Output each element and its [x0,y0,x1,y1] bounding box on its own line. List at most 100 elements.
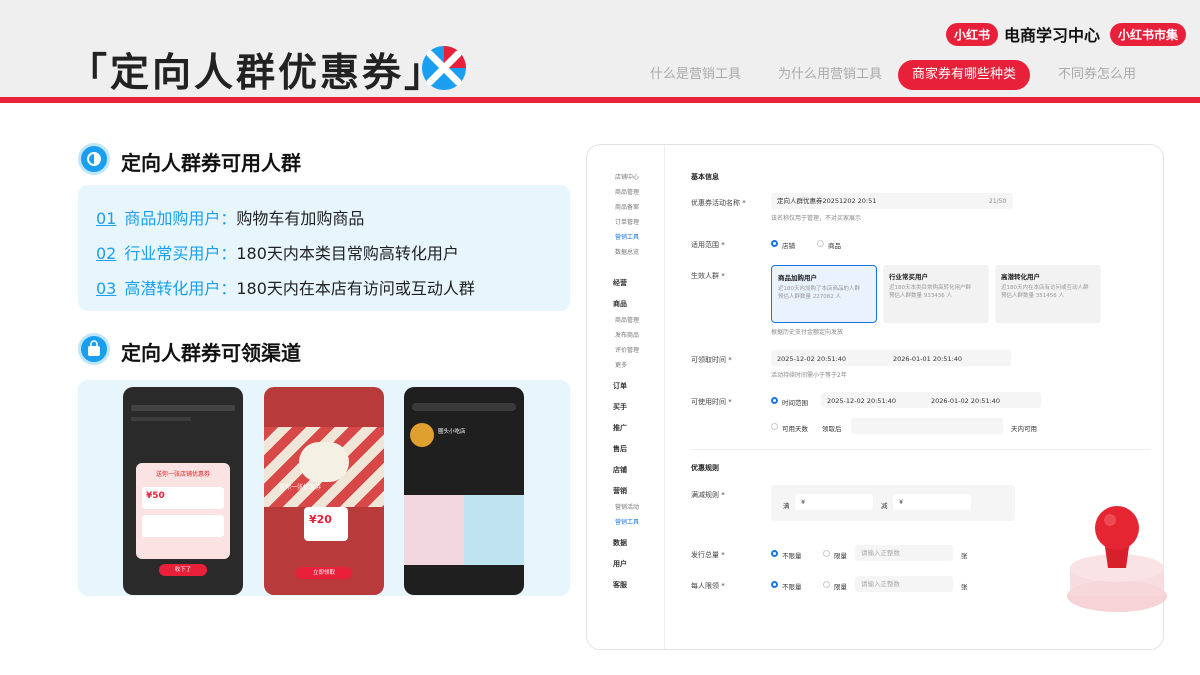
card-count: 预估人群数量 227082 人 [778,294,841,300]
total-unit: 张 [961,552,968,560]
crowd-list-box: 01 商品加购用户：购物车有加购商品 02 行业常买用户：180天内本类目常购高转化… [78,185,570,311]
claim-coupon-button[interactable]: 立即领取 [296,567,352,579]
name-label: 优惠券活动名称 * [691,199,746,207]
list-item: 01 商品加购用户：购物车有加购商品 [96,205,364,229]
sidebar-group[interactable]: 用户 [613,559,627,569]
total-limited-label: 限量 [834,552,847,560]
claim-start: 2025-12-02 20:51:40 [777,355,847,363]
coupon-popup: 送你一张店铺优惠券 ¥50 [136,463,230,559]
brand-name: 电商学习中心 [1003,26,1100,45]
sidebar-group[interactable]: 订单 [613,381,627,391]
item-desc: 180天内本类目常购高转化用户 [236,244,459,263]
nav-item-why[interactable]: 为什么用营销工具 [778,60,882,90]
use-start: 2025-12-02 20:51:40 [827,397,897,405]
scope-label: 适用范围 * [691,241,725,249]
nav-item-how[interactable]: 不同券怎么用 [1058,60,1136,90]
item-number: 01 [96,209,117,228]
sidebar-group[interactable]: 数据 [613,538,627,548]
rule-full-label: 满 [783,502,790,510]
per-user-label: 每人限领 * [691,582,725,590]
sidebar-item[interactable]: 商品管理 [615,315,639,324]
card-title: 高潜转化用户 [1001,273,1040,281]
sidebar-item[interactable]: 发布商品 [615,330,639,339]
per-unlimited-label: 不限量 [782,583,802,591]
total-limited-radio[interactable] [823,550,830,557]
card-title: 商品加购用户 [778,274,817,282]
accept-coupon-button[interactable]: 收下了 [159,564,207,576]
scope-shop-radio[interactable] [771,240,778,247]
item-number: 03 [96,279,117,298]
sidebar-group[interactable]: 商品 [613,299,627,309]
nav-item-types[interactable]: 商家券有哪些种类 [898,60,1031,90]
shop-name: 圈头小吃店 [438,429,466,435]
brand-area: 小红书 电商学习中心 小红书市集 [945,22,1186,46]
use-range-radio[interactable] [771,397,778,404]
page-title: 「定向人群优惠券」 [68,51,447,96]
section2-title: 定向人群券可领渠道 [121,341,301,365]
name-char-count: 21/50 [989,198,1007,205]
per-user-count-input[interactable]: 请输入正整数 [855,576,953,592]
sidebar-item[interactable]: 订单管理 [615,217,639,226]
sidebar-group[interactable]: 客服 [613,580,627,590]
nav-item-what[interactable]: 什么是营销工具 [650,60,741,90]
coupon-name-input[interactable]: 定向人群优惠券20251202 20:51 [771,193,1013,209]
use-days-radio[interactable] [771,423,778,430]
half-circle-icon [78,143,110,175]
sidebar-group[interactable]: 经营 [613,278,627,288]
scope-goods-radio[interactable] [817,240,824,247]
scope-goods-label: 商品 [828,242,841,250]
card-title: 行业常买用户 [889,273,928,281]
crowd-label: 生效人群 * [691,272,725,280]
sidebar-group[interactable]: 店铺 [613,465,627,475]
sidebar-group[interactable]: 推广 [613,423,627,433]
per-unlimited-radio[interactable] [771,581,778,588]
use-range-label: 时间范围 [782,399,808,407]
sidebar-group[interactable]: 营销 [613,486,627,496]
section-rule-title: 优惠规则 [691,464,719,472]
list-item: 02 行业常买用户：180天内本类目常购高转化用户 [96,240,459,264]
per-limited-label: 限量 [834,583,847,591]
card-desc: 近180天内在本店有访问或互动人群 [1001,285,1089,291]
coupon-amount: ¥20 [309,513,332,526]
sidebar-item[interactable]: 评价管理 [615,345,639,354]
crowd-hint: 根据历史支付金额定向发放 [771,329,844,336]
sidebar-item[interactable]: 营销活动 [615,502,639,511]
crowd-card-industry[interactable]: 行业常买用户 近180天本类目常购高转化用户群 预估人群数量 933436 人 [883,265,989,323]
scope-shop-label: 店铺 [782,242,795,250]
crowd-card-potential[interactable]: 高潜转化用户 近180天内在本店有访问或互动人群 预估人群数量 351456 人 [995,265,1101,323]
rule-threshold-input[interactable]: ¥ [795,494,873,510]
sidebar-item[interactable]: 营销工具 [615,517,639,526]
use-end: 2026-01-02 20:51:40 [931,397,1001,405]
sidebar-group[interactable]: 售后 [613,444,627,454]
brand-logo-left: 小红书 [945,22,998,46]
item-label: 商品加购用户： [124,209,237,228]
use-days-input[interactable] [851,418,1003,434]
phone-screenshot-2: 送你一张优惠券 ¥20 立即领取 [264,387,384,595]
total-unlimited-label: 不限量 [782,552,802,560]
sidebar-item[interactable]: 店铺中心 [615,172,639,181]
rule-cut-label: 减 [881,502,888,510]
sidebar-group[interactable]: 买手 [613,402,627,412]
sidebar-item[interactable]: 商品备案 [615,202,639,211]
item-desc: 购物车有加购商品 [236,209,365,228]
item-label: 行业常买用户： [124,244,237,263]
sidebar-item[interactable]: 营销工具 [615,232,639,241]
total-label: 发行总量 * [691,551,725,559]
item-label: 高潜转化用户： [124,279,237,298]
sidebar-item[interactable]: 商品管理 [615,187,639,196]
sidebar-item[interactable]: 数据总览 [615,247,639,256]
stamp-icon [1067,506,1167,612]
total-unlimited-radio[interactable] [771,550,778,557]
use-time-label: 可使用时间 * [691,398,732,406]
divider [691,449,1151,450]
total-count-input[interactable]: 请输入正整数 [855,545,953,561]
coupon-amount: ¥50 [146,491,165,501]
brand-logo-icon [422,46,466,90]
rule-discount-input[interactable]: ¥ [893,494,971,510]
sidebar-item[interactable]: 更多 [615,360,627,369]
channel-screens-box: 送你一张店铺优惠券 ¥50 收下了 送你一张优惠券 ¥20 立即领取 圈头小吃店 [78,380,570,596]
per-limited-radio[interactable] [823,581,830,588]
crowd-card-cart[interactable]: 商品加购用户 近180天内加购了本店商品的人群 预估人群数量 227082 人 [771,265,877,323]
claim-end: 2026-01-01 20:51:40 [893,355,963,363]
item-desc: 180天内在本店有访问或互动人群 [236,279,475,298]
